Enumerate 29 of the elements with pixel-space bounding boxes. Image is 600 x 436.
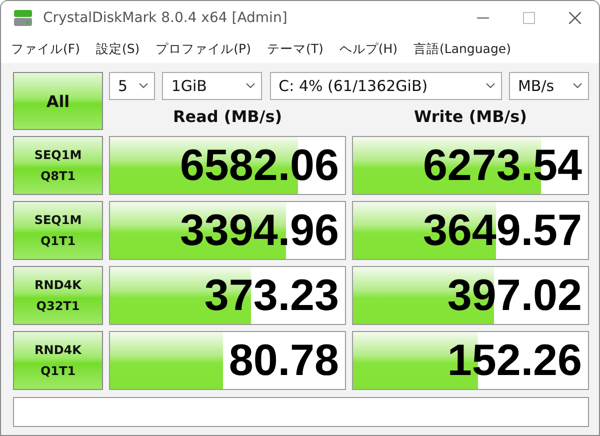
test-button[interactable]: RND4K Q32T1: [13, 266, 103, 325]
menu-item[interactable]: ファイル(F): [11, 40, 80, 58]
result-value: 397.02: [447, 270, 582, 320]
result-value: 80.78: [228, 336, 339, 386]
result-value: 373.23: [204, 270, 339, 320]
column-header: Write (MB/s): [413, 106, 528, 126]
close-icon[interactable]: [569, 12, 581, 24]
menu-item[interactable]: 言語(Language): [414, 40, 511, 58]
result-value: 3649.57: [422, 206, 582, 256]
caret-icon: [486, 83, 495, 89]
menu-item[interactable]: プロファイル(P): [156, 40, 251, 58]
dropdown[interactable]: MB/s: [508, 72, 589, 100]
all-button[interactable]: All: [13, 72, 103, 130]
test-button[interactable]: RND4K Q1T1: [13, 331, 103, 390]
dropdown[interactable]: C: 4% (61/1362GiB): [270, 72, 502, 100]
test-button[interactable]: SEQ1M Q1T1: [13, 201, 103, 260]
dropdown[interactable]: 1GiB: [162, 72, 262, 100]
menu-item[interactable]: 設定(S): [96, 40, 140, 58]
dropdown[interactable]: 5: [109, 72, 155, 100]
result-value: 152.26: [447, 336, 582, 386]
disk-icon: [13, 9, 33, 27]
column-header: Read (MB/s): [172, 106, 284, 126]
caret-icon: [246, 83, 256, 89]
menu-item[interactable]: テーマ(T): [266, 40, 324, 58]
window-title: CrystalDiskMark 8.0.4 x64 [Admin]: [43, 10, 288, 26]
caret-icon: [139, 83, 148, 89]
caret-icon: [572, 83, 582, 89]
test-button[interactable]: SEQ1M Q8T1: [13, 136, 103, 195]
menu-item[interactable]: ヘルプ(H): [339, 40, 398, 58]
